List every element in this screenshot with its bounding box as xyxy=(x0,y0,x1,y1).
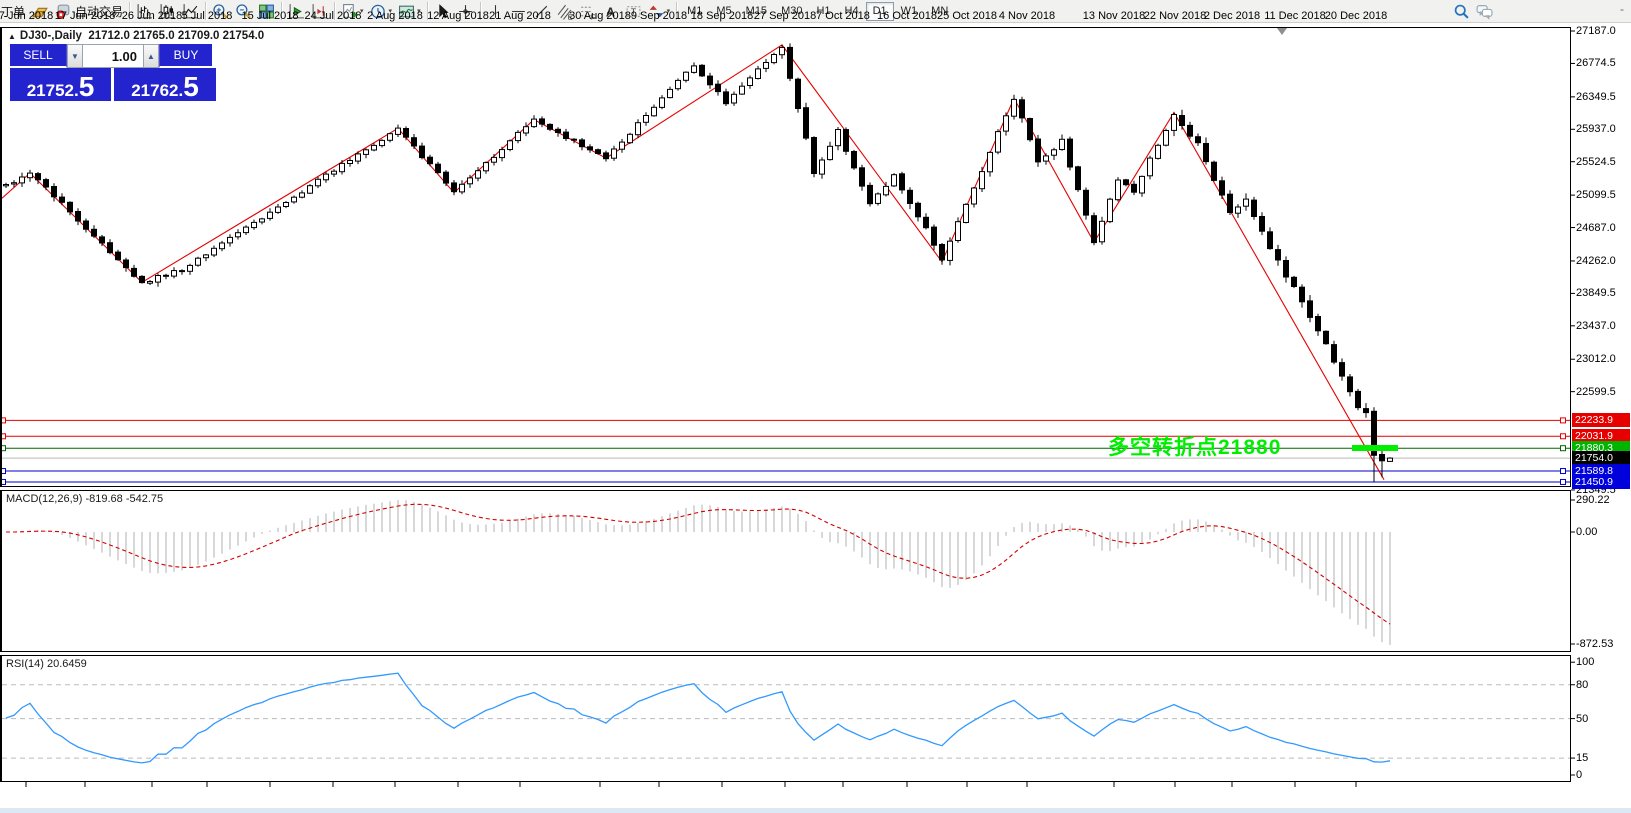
rsi-axis-label: 100 xyxy=(1576,656,1594,668)
macd-histogram xyxy=(6,500,1390,645)
level-drag-handle xyxy=(1561,434,1566,439)
date-axis-label: 11 Dec 2018 xyxy=(1264,10,1326,22)
chart-shift-marker[interactable] xyxy=(1277,28,1287,35)
date-axis-label: 7 Oct 2018 xyxy=(816,10,870,22)
main-pane-graphics xyxy=(1,43,1571,484)
ohlc-values: 21712.0 21765.0 21709.0 21754.0 xyxy=(88,30,264,42)
price-axis-label: 25937.0 xyxy=(1576,123,1616,135)
rsi-axis-label: 0 xyxy=(1576,769,1582,781)
date-axis-label: 18 Sep 2018 xyxy=(691,10,753,22)
symbol-timeframe-label: DJ30-,Daily xyxy=(20,30,82,42)
price-axis-label: 23849.5 xyxy=(1576,287,1616,299)
date-axis-label: 5 Jul 2018 xyxy=(182,10,233,22)
chart-title: ▲ DJ30-,Daily 21712.0 21765.0 21709.0 217… xyxy=(8,30,264,42)
date-axis-label: 9 Sep 2018 xyxy=(631,10,687,22)
date-axis-label: 21 Aug 2018 xyxy=(489,10,551,22)
date-axis-label: 12 Aug 2018 xyxy=(427,10,489,22)
sell-price-frac: 5 xyxy=(79,75,95,99)
one-click-trading-panel: SELL ▼ ▲ BUY 21752.5 21762.5 xyxy=(10,44,216,101)
level-drag-handle xyxy=(1561,418,1566,423)
rsi-axis-label: 80 xyxy=(1576,679,1588,691)
buy-price-frac: 5 xyxy=(183,75,199,99)
date-axis-label: 15 Jul 2018 xyxy=(242,10,299,22)
macd-graphics xyxy=(6,500,1390,645)
sell-button-label: SELL xyxy=(23,48,52,62)
price-axis-label: 25099.5 xyxy=(1576,189,1616,201)
zigzag-line xyxy=(2,45,1384,480)
rsi-graphics xyxy=(2,673,1570,763)
price-axis-label: 23437.0 xyxy=(1576,320,1616,332)
date-axis-label: 20 Dec 2018 xyxy=(1325,10,1387,22)
level-drag-handle xyxy=(1561,479,1566,484)
date-axis-label: 25 Oct 2018 xyxy=(937,10,997,22)
date-axis-label: 4 Nov 2018 xyxy=(999,10,1055,22)
volume-input[interactable] xyxy=(83,44,143,68)
date-axis-label: 16 Oct 2018 xyxy=(877,10,937,22)
price-axis-label: 24687.0 xyxy=(1576,222,1616,234)
price-level-badge: 21450.9 xyxy=(1572,475,1630,489)
level-drag-handle xyxy=(1,434,6,439)
buy-price-main: 21762 xyxy=(131,82,178,99)
candlestick-series xyxy=(4,43,1393,481)
price-axis-label: 25524.5 xyxy=(1576,156,1616,168)
buy-button[interactable]: BUY xyxy=(159,44,212,68)
mt4-window: 丁单 自动交易▾▾▾EFAT▾M1M5M15M30H1H4D1W1MN - ▲D… xyxy=(0,0,1631,813)
volume-stepper: ▼ ▲ xyxy=(67,44,159,68)
date-axis-label: 7 Jun 2018 xyxy=(0,10,53,22)
macd-label: MACD(12,26,9) -819.68 -542.75 xyxy=(6,493,163,505)
sell-price-main: 21752 xyxy=(27,82,74,99)
date-axis-label: 27 Sep 2018 xyxy=(754,10,816,22)
price-axis-label: 22599.5 xyxy=(1576,386,1616,398)
date-axis-label: 22 Nov 2018 xyxy=(1144,10,1206,22)
price-axis-label: 24262.0 xyxy=(1576,255,1616,267)
level-drag-handle xyxy=(1,418,6,423)
price-axis-label: 23012.0 xyxy=(1576,353,1616,365)
rsi-axis-label: 50 xyxy=(1576,713,1588,725)
level-drag-handle xyxy=(1,469,6,474)
macd-axis-label: 290.22 xyxy=(1576,494,1610,506)
rsi-line xyxy=(6,673,1390,763)
level-drag-handle xyxy=(1561,446,1566,451)
turning-point-annotation: 多空转折点21880 xyxy=(1108,431,1281,461)
date-axis-label: 26 Jun 2018 xyxy=(122,10,183,22)
level-drag-handle xyxy=(1,446,6,451)
date-axis-label: 17 Jun 2018 xyxy=(55,10,116,22)
price-level-badge: 22233.9 xyxy=(1572,413,1630,427)
date-axis-label: 2 Dec 2018 xyxy=(1204,10,1260,22)
price-level-badge: 21754.0 xyxy=(1572,451,1630,465)
price-axis-label: 27187.0 xyxy=(1576,25,1616,37)
price-axis-label: 26349.5 xyxy=(1576,91,1616,103)
sell-price[interactable]: 21752.5 xyxy=(10,68,111,101)
symbol-marker-icon: ▲ xyxy=(8,32,16,41)
date-axis-label: 30 Aug 2018 xyxy=(569,10,631,22)
macd-axis-label: 0.00 xyxy=(1576,526,1597,538)
buy-price[interactable]: 21762.5 xyxy=(114,68,216,101)
turning-point-marker xyxy=(1352,445,1398,451)
buy-button-label: BUY xyxy=(174,48,199,62)
macd-axis-label: -872.53 xyxy=(1576,638,1613,650)
level-drag-handle xyxy=(1561,469,1566,474)
date-axis-label: 24 Jul 2018 xyxy=(305,10,362,22)
level-drag-handle xyxy=(1,479,6,484)
chart-canvas[interactable] xyxy=(0,0,1631,813)
sell-button[interactable]: SELL xyxy=(10,44,67,68)
date-axis-label: 13 Nov 2018 xyxy=(1083,10,1145,22)
price-axis-label: 26774.5 xyxy=(1576,57,1616,69)
rsi-label: RSI(14) 20.6459 xyxy=(6,658,87,670)
date-axis-label: 2 Aug 2018 xyxy=(367,10,423,22)
volume-increase-button[interactable]: ▲ xyxy=(143,44,159,68)
rsi-axis-label: 15 xyxy=(1576,752,1588,764)
volume-decrease-button[interactable]: ▼ xyxy=(67,44,83,68)
